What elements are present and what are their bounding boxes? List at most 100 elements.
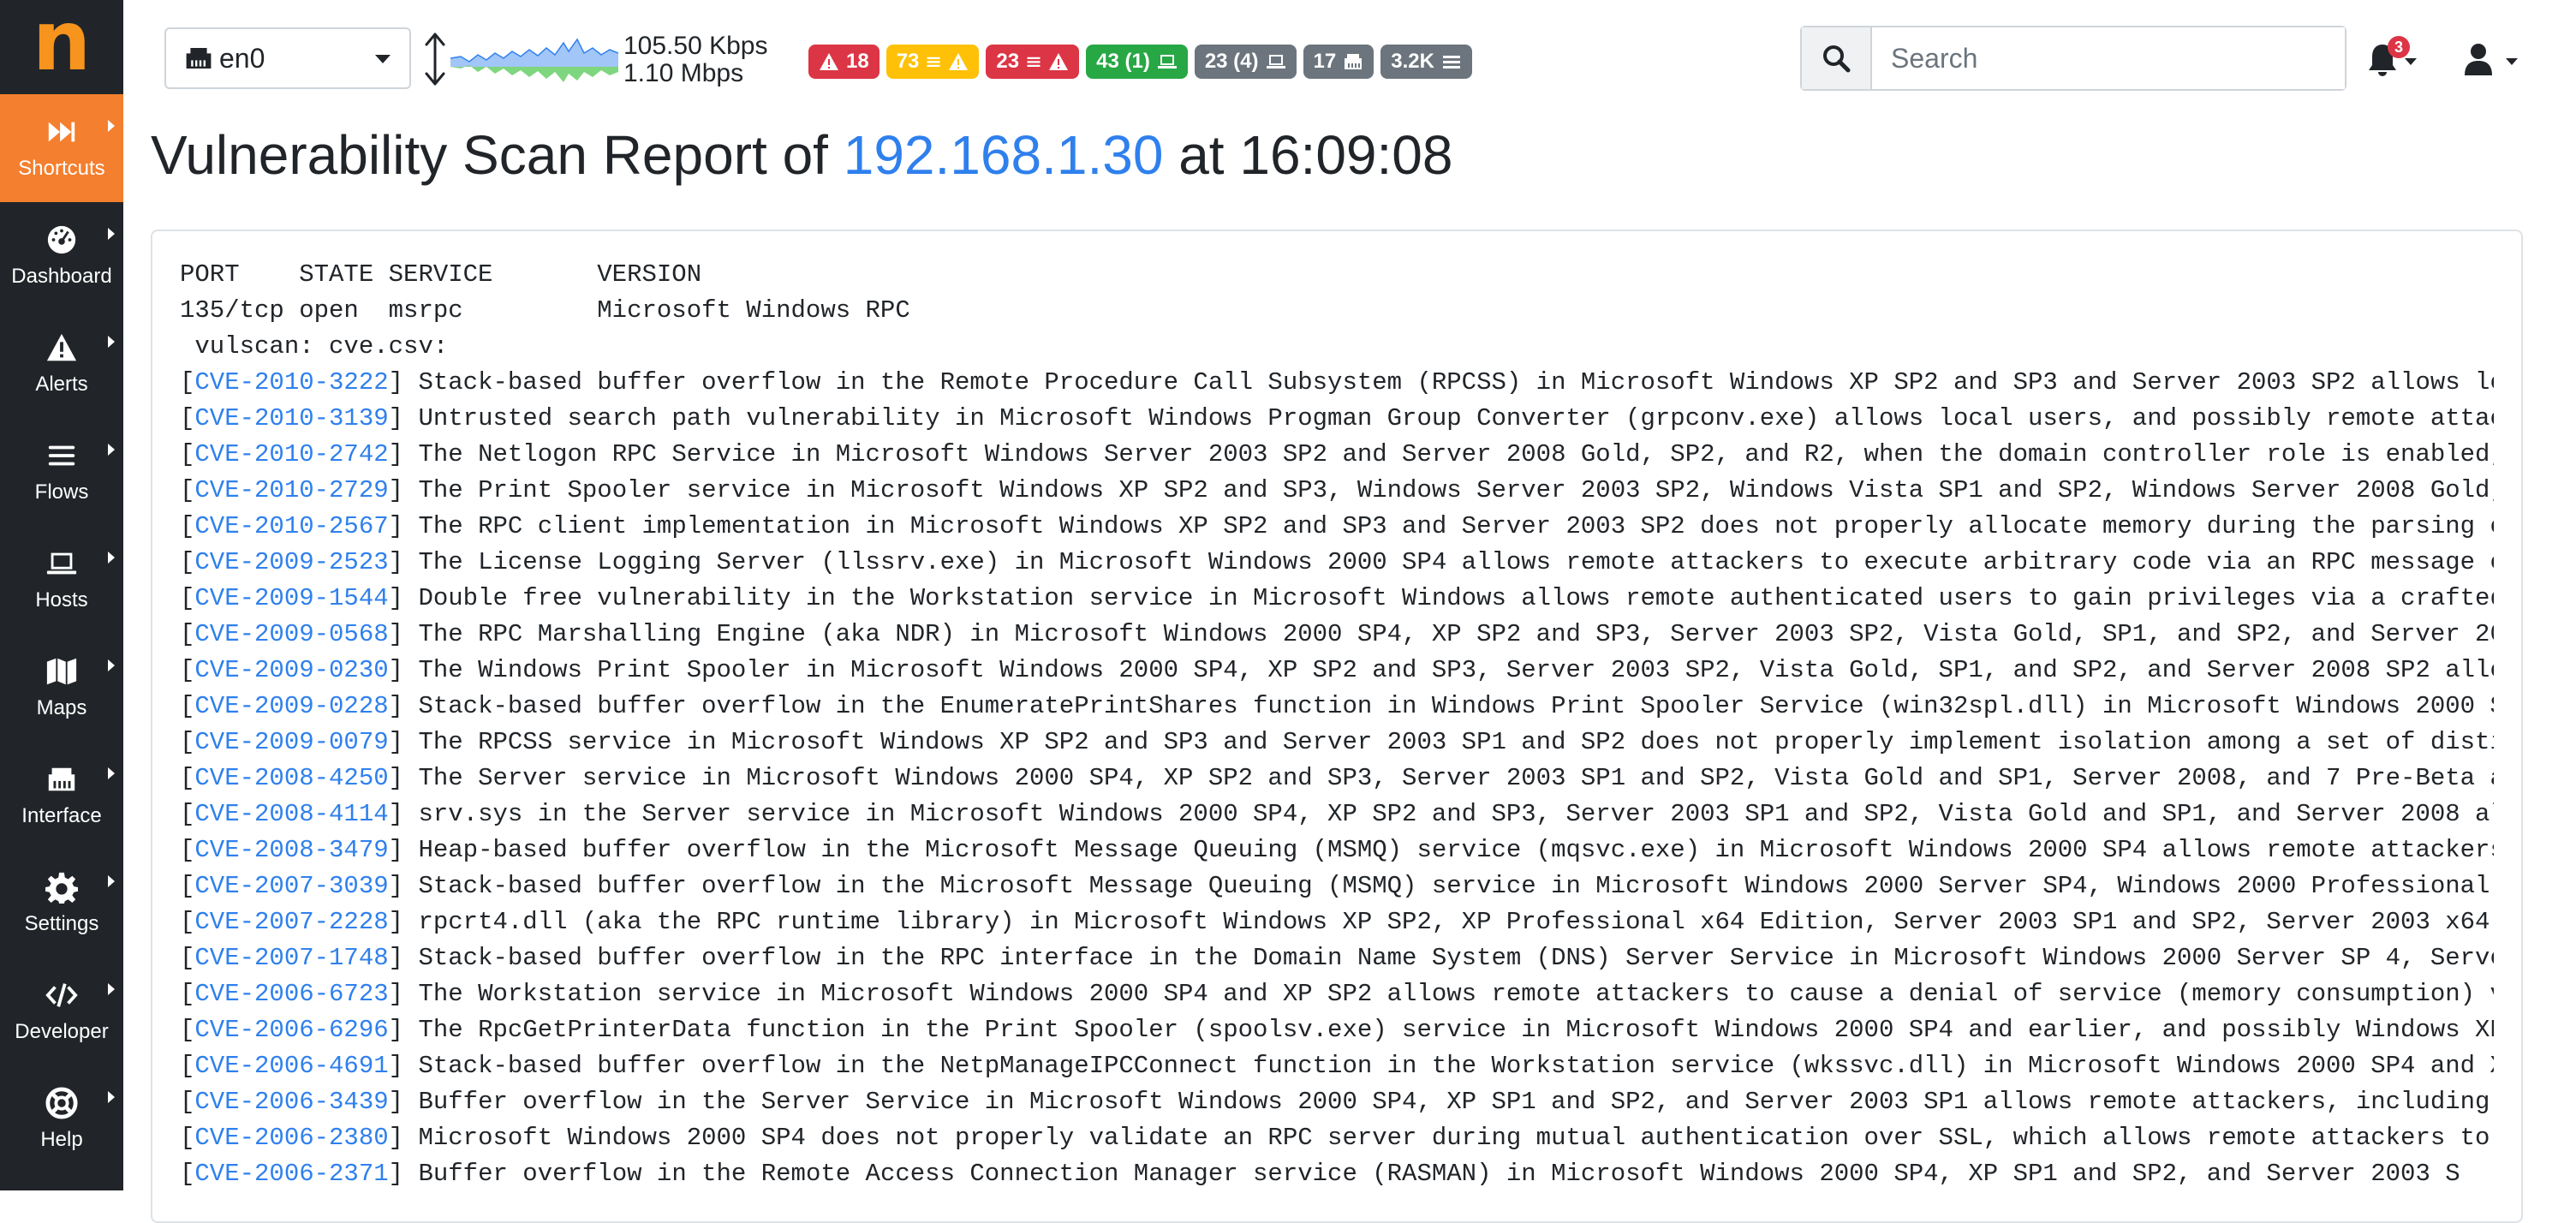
- cve-link[interactable]: CVE-2010-3139: [194, 404, 388, 433]
- bracket-close: ]: [388, 656, 419, 684]
- cve-link[interactable]: CVE-2009-0228: [194, 692, 388, 720]
- cve-entry: [CVE-2008-4250] The Server service in Mi…: [180, 761, 2494, 796]
- bracket-close: ]: [388, 476, 419, 504]
- cve-entry: [CVE-2010-3139] Untrusted search path vu…: [180, 401, 2494, 437]
- sidebar-item-flows[interactable]: Flows: [0, 418, 123, 526]
- sidebar-item-hosts[interactable]: Hosts: [0, 526, 123, 634]
- bracket-close: ]: [388, 800, 419, 828]
- sidebar-item-interface[interactable]: Interface: [0, 742, 123, 850]
- cve-description: srv.sys in the Server service in Microso…: [418, 800, 2494, 828]
- bracket-close: ]: [388, 620, 419, 648]
- cve-entry: [CVE-2009-1544] Double free vulnerabilit…: [180, 581, 2494, 617]
- cve-link[interactable]: CVE-2008-4114: [194, 800, 388, 828]
- cve-link[interactable]: CVE-2010-2729: [194, 476, 388, 504]
- cve-link[interactable]: CVE-2007-1748: [194, 944, 388, 972]
- sidebar-item-label: Interface: [21, 804, 102, 827]
- bracket-close: ]: [388, 1052, 419, 1080]
- alerts-badge[interactable]: 18: [808, 45, 880, 79]
- user-menu-button[interactable]: [2463, 36, 2523, 81]
- bracket-open: [: [180, 548, 195, 576]
- cve-description: Stack-based buffer overflow in the Micro…: [418, 872, 2494, 900]
- cve-entry: [CVE-2006-6723] The Workstation service …: [180, 976, 2494, 1012]
- cve-link[interactable]: CVE-2006-4691: [194, 1052, 388, 1080]
- danger-flows-badge[interactable]: 23: [986, 45, 1080, 79]
- interface-select[interactable]: en0: [164, 27, 411, 89]
- cve-entry: [CVE-2009-0568] The RPC Marshalling Engi…: [180, 617, 2494, 653]
- cve-link[interactable]: CVE-2010-3222: [194, 368, 388, 397]
- sidebar-item-maps[interactable]: Maps: [0, 634, 123, 742]
- host-ip-link[interactable]: 192.168.1.30: [844, 124, 1164, 186]
- sidebar-item-developer[interactable]: Developer: [0, 958, 123, 1065]
- submenu-caret-icon: [108, 552, 115, 564]
- sidebar-item-alerts[interactable]: Alerts: [0, 310, 123, 418]
- cve-description: Buffer overflow in the Server Service in…: [418, 1088, 2494, 1116]
- cve-link[interactable]: CVE-2010-2567: [194, 512, 388, 540]
- cve-link[interactable]: CVE-2009-1544: [194, 584, 388, 612]
- gauge-icon: [47, 225, 76, 254]
- ntopng-logo[interactable]: n: [0, 0, 123, 94]
- search-box: [1800, 26, 2346, 91]
- bracket-open: [: [180, 764, 195, 792]
- cve-entry: [CVE-2007-2228] rpcrt4.dll (aka the RPC …: [180, 904, 2494, 940]
- flows-badge[interactable]: 3.2K: [1380, 45, 1472, 79]
- local-hosts-badge[interactable]: 43 (1): [1086, 45, 1188, 79]
- devices-badge[interactable]: 17: [1303, 45, 1374, 79]
- cve-entry: [CVE-2010-2567] The RPC client implement…: [180, 509, 2494, 545]
- cve-link[interactable]: CVE-2008-3479: [194, 836, 388, 864]
- cve-link[interactable]: CVE-2009-2523: [194, 548, 388, 576]
- cve-link[interactable]: CVE-2006-2380: [194, 1124, 388, 1152]
- search-button[interactable]: [1802, 27, 1872, 89]
- bracket-close: ]: [388, 512, 419, 540]
- search-input[interactable]: [1872, 27, 2345, 89]
- cve-description: The Netlogon RPC Service in Microsoft Wi…: [418, 440, 2494, 468]
- cve-link[interactable]: CVE-2006-6296: [194, 1016, 388, 1044]
- bracket-open: [: [180, 944, 195, 972]
- sidebar-item-shortcuts[interactable]: Shortcuts: [0, 94, 123, 202]
- remote-hosts-badge[interactable]: 23 (4): [1194, 45, 1297, 79]
- warning-flows-badge[interactable]: 73: [886, 45, 980, 79]
- cve-description: The RPCSS service in Microsoft Windows X…: [418, 728, 2494, 756]
- traffic-sparkline: [450, 38, 618, 82]
- cve-link[interactable]: CVE-2007-2228: [194, 908, 388, 936]
- cve-description: Stack-based buffer overflow in the Remot…: [418, 368, 2494, 397]
- page-title: Vulnerability Scan Report of 192.168.1.3…: [151, 123, 1452, 187]
- ethernet-icon: [1345, 54, 1363, 69]
- submenu-caret-icon: [108, 767, 115, 779]
- gear-icon: [45, 872, 78, 904]
- scan-report-panel: PORT STATE SERVICE VERSION 135/tcp open …: [151, 230, 2523, 1223]
- cve-list: [ CVE-2010-3222] Stack-based buffer overf…: [180, 365, 2494, 1192]
- cve-entry: [CVE-2009-2523] The License Logging Serv…: [180, 545, 2494, 581]
- bracket-close: ]: [388, 728, 419, 756]
- notifications-button[interactable]: 3: [2367, 36, 2418, 81]
- cve-link[interactable]: CVE-2006-2371: [194, 1160, 388, 1188]
- cve-link[interactable]: CVE-2009-0079: [194, 728, 388, 756]
- cve-entry: [CVE-2010-2742] The Netlogon RPC Service…: [180, 437, 2494, 473]
- cve-link[interactable]: CVE-2009-0230: [194, 656, 388, 684]
- sidebar-item-help[interactable]: Help: [0, 1065, 123, 1173]
- sidebar-item-settings[interactable]: Settings: [0, 850, 123, 958]
- cve-description: The Windows Print Spooler in Microsoft W…: [418, 656, 2494, 684]
- cve-link[interactable]: CVE-2010-2742: [194, 440, 388, 468]
- cve-entry: [CVE-2006-6296] The RpcGetPrinterData fu…: [180, 1012, 2494, 1048]
- cve-description: Stack-based buffer overflow in the NetpM…: [418, 1052, 2494, 1080]
- cve-link[interactable]: CVE-2007-3039: [194, 872, 388, 900]
- title-middle: at: [1178, 124, 1225, 186]
- search-icon: [1823, 45, 1851, 73]
- cve-link[interactable]: CVE-2008-4250: [194, 764, 388, 792]
- report-header-line: PORT STATE SERVICE VERSION: [180, 260, 702, 289]
- bracket-close: ]: [388, 692, 419, 720]
- bracket-close: ]: [388, 872, 419, 900]
- badge-label: 73: [896, 50, 920, 73]
- sidebar-item-dashboard[interactable]: Dashboard: [0, 202, 123, 310]
- bracket-close: ]: [388, 764, 419, 792]
- cve-description: The RPC Marshalling Engine (aka NDR) in …: [418, 620, 2494, 648]
- cve-link[interactable]: CVE-2006-3439: [194, 1088, 388, 1116]
- report-port-line: 135/tcp open msrpc Microsoft Windows RPC: [180, 296, 910, 325]
- code-icon: [45, 983, 78, 1007]
- cve-link[interactable]: CVE-2006-6723: [194, 980, 388, 1008]
- warning-icon: [46, 333, 77, 361]
- cve-link[interactable]: CVE-2009-0568: [194, 620, 388, 648]
- submenu-caret-icon: [108, 875, 115, 887]
- submenu-caret-icon: [108, 983, 115, 995]
- sidebar-item-label: Maps: [36, 696, 87, 719]
